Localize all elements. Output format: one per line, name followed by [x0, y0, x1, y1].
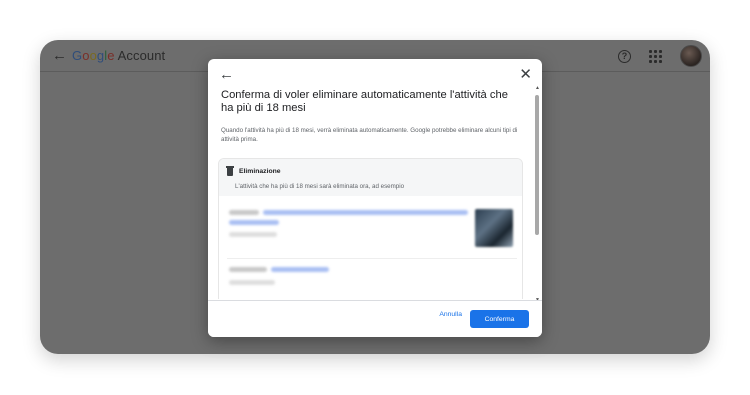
google-account-title: Google Account [72, 48, 165, 63]
scroll-thumb[interactable] [535, 95, 539, 235]
brand-letter: e [107, 48, 115, 63]
brand-letter: o [82, 48, 90, 63]
confirm-dialog: ← ✕ Conferma di voler eliminare automati… [208, 59, 542, 337]
scroll-up-icon[interactable]: ▲ [535, 85, 540, 91]
brand-letter: o [89, 48, 97, 63]
dialog-back-icon[interactable]: ← [219, 66, 234, 83]
close-icon[interactable]: ✕ [519, 65, 532, 83]
activity-item[interactable] [227, 205, 517, 259]
dialog-description: Quando l'attività ha più di 18 mesi, ver… [221, 127, 518, 143]
scrollbar[interactable]: ▲ ▼ [534, 85, 540, 303]
blurred-text [229, 267, 267, 272]
blurred-text [229, 210, 259, 215]
brand-letter: G [72, 48, 83, 63]
blurred-link [229, 220, 279, 225]
top-right-actions: ? [618, 45, 702, 67]
arrow-back-icon[interactable]: ← [52, 47, 67, 64]
blurred-timestamp [229, 280, 275, 285]
trash-icon [226, 166, 234, 176]
activity-thumbnail [475, 209, 513, 247]
dialog-footer: Annulla Conferma [208, 300, 542, 337]
apps-icon[interactable] [649, 49, 662, 63]
dialog-content: Conferma di voler eliminare automaticame… [208, 85, 534, 299]
cancel-button[interactable]: Annulla [439, 311, 462, 318]
blurred-link [271, 267, 329, 272]
dialog-title: Conferma di voler eliminare automaticame… [221, 89, 508, 114]
confirm-button[interactable]: Conferma [470, 310, 529, 328]
card-header: Eliminazione L'attività che ha più di 18… [219, 159, 522, 196]
help-icon[interactable]: ? [618, 49, 631, 63]
deletion-card: Eliminazione L'attività che ha più di 18… [218, 158, 523, 299]
account-label: Account [117, 48, 166, 63]
blurred-timestamp [229, 232, 277, 237]
activity-item[interactable] [227, 263, 517, 299]
blurred-link [263, 210, 468, 215]
card-title: Eliminazione [239, 168, 281, 175]
avatar[interactable] [680, 45, 702, 67]
card-subtitle: L'attività che ha più di 18 mesi sarà el… [235, 183, 405, 190]
